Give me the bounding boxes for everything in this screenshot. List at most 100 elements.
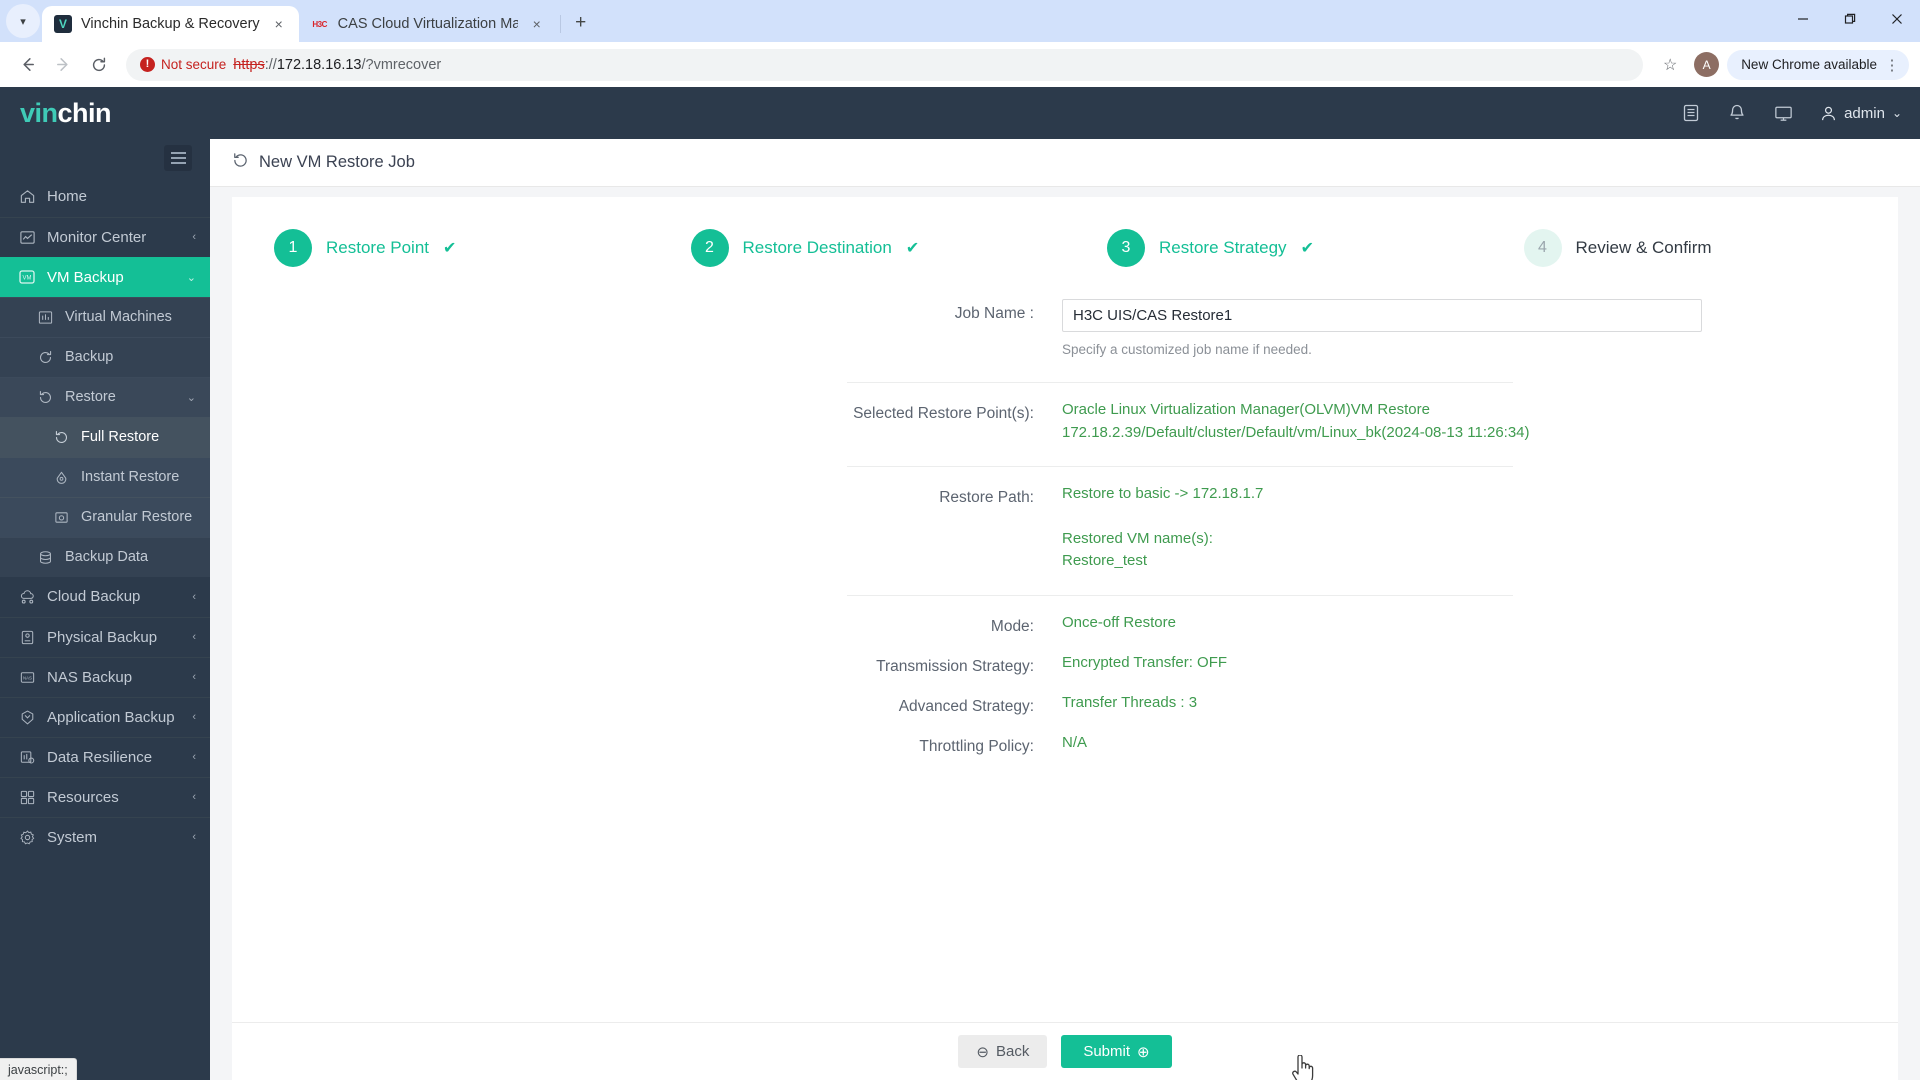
bell-icon[interactable]: [1727, 103, 1747, 123]
sidebar-item-label: Backup Data: [65, 549, 149, 565]
sidebar-item-cloud-backup[interactable]: Cloud Backup ‹: [0, 577, 210, 617]
mouse-cursor-pointer: [1290, 1054, 1316, 1080]
page-titlebar: New VM Restore Job: [210, 139, 1920, 187]
sidebar-item-label: Monitor Center: [47, 228, 147, 246]
submit-button[interactable]: Submit ⊕: [1061, 1035, 1172, 1068]
sidebar-item-restore[interactable]: Restore ⌄: [0, 377, 210, 417]
full-restore-icon: [52, 430, 70, 445]
step-review-confirm[interactable]: 4 Review & Confirm: [1482, 229, 1899, 267]
sidebar-item-vm-backup[interactable]: VM VM Backup ⌄: [0, 257, 210, 297]
back-icon[interactable]: [11, 49, 43, 81]
resources-icon: [18, 789, 36, 806]
granular-restore-icon: [52, 510, 70, 525]
chevron-left-icon: ‹: [192, 671, 196, 683]
address-bar[interactable]: ! Not secure https://172.18.16.13/?vmrec…: [126, 48, 1644, 81]
vinchin-logo[interactable]: vinchin: [20, 98, 112, 129]
card-filler: [232, 764, 1898, 1022]
restore-icon: [36, 390, 54, 405]
chrome-update-button[interactable]: New Chrome available ⋮: [1727, 49, 1909, 80]
throttling-label: Throttling Policy:: [919, 737, 1034, 755]
step-restore-point[interactable]: 1 Restore Point ✔: [232, 229, 649, 267]
tab-search-chevron-icon[interactable]: ▾: [6, 4, 40, 38]
tab-divider: [559, 15, 561, 33]
bookmark-star-icon[interactable]: ☆: [1654, 49, 1686, 81]
sidebar-item-label: Granular Restore: [81, 509, 193, 525]
sidebar-item-granular-restore[interactable]: Granular Restore: [0, 497, 210, 537]
sidebar-item-backup[interactable]: Backup: [0, 337, 210, 377]
close-icon[interactable]: ×: [527, 14, 547, 34]
app-header-actions: admin ⌄: [1681, 103, 1902, 124]
browser-tab-cas[interactable]: H3C CAS Cloud Virtualization Ma ×: [299, 6, 557, 42]
sidebar-item-label: Home: [47, 188, 88, 205]
not-secure-badge[interactable]: ! Not secure: [140, 57, 226, 72]
wizard-card: 1 Restore Point ✔ 2 Restore Destination …: [232, 197, 1898, 1080]
hamburger-toggle-icon[interactable]: [164, 145, 192, 171]
form-row-transmission: Transmission Strategy: Encrypted Transfe…: [232, 644, 1898, 684]
submit-button-label: Submit: [1083, 1043, 1131, 1060]
check-icon: ✔: [905, 240, 920, 257]
avatar[interactable]: A: [1694, 52, 1720, 77]
chevron-left-icon: ‹: [192, 590, 196, 603]
chevron-down-icon: ⌄: [186, 271, 196, 284]
window-close-icon[interactable]: [1873, 0, 1920, 38]
sidebar-item-resources[interactable]: Resources ‹: [0, 777, 210, 817]
chrome-menu-icon[interactable]: ⋮: [1881, 54, 1903, 76]
minimize-icon[interactable]: [1779, 0, 1826, 38]
browser-tab-vinchin[interactable]: V Vinchin Backup & Recovery ×: [42, 6, 299, 42]
system-icon: [18, 829, 36, 846]
forward-icon[interactable]: [47, 49, 79, 81]
sidebar-item-label: Physical Backup: [47, 628, 158, 646]
url-text: https://172.18.16.13/?vmrecover: [233, 57, 441, 73]
form-divider: [847, 382, 1513, 384]
step-number: 2: [690, 229, 729, 267]
back-button-label: Back: [995, 1043, 1030, 1060]
maximize-icon[interactable]: [1826, 0, 1873, 38]
sidebar-item-data-resilience[interactable]: Data Resilience ‹: [0, 737, 210, 777]
step-restore-destination[interactable]: 2 Restore Destination ✔: [649, 229, 1066, 267]
restore-circular-arrow-icon: [232, 152, 249, 174]
sidebar-item-system[interactable]: System ‹: [0, 817, 210, 857]
transmission-label: Transmission Strategy:: [876, 657, 1034, 675]
sidebar-item-backup-data[interactable]: Backup Data: [0, 537, 210, 577]
restore-path-spacer: [1062, 506, 1898, 528]
report-icon[interactable]: [1681, 103, 1701, 123]
mode-value: Once-off Restore: [1062, 613, 1176, 631]
content-area: New VM Restore Job 1 Restore Point ✔ 2 R…: [210, 139, 1920, 1080]
new-tab-button[interactable]: +: [566, 8, 596, 38]
virtual-machines-icon: [36, 310, 54, 325]
restore-point-line: 172.18.2.39/Default/cluster/Default/vm/L…: [1062, 423, 1530, 441]
advanced-value: Transfer Threads : 3: [1062, 693, 1198, 711]
step-number: 4: [1523, 229, 1562, 267]
sidebar-item-application-backup[interactable]: Application Backup ‹: [0, 697, 210, 737]
backup-icon: [36, 350, 54, 365]
advanced-label: Advanced Strategy:: [898, 697, 1034, 715]
sidebar-item-label: Virtual Machines: [65, 309, 172, 325]
sidebar-item-nas-backup[interactable]: NAS NAS Backup ‹: [0, 657, 210, 697]
sidebar-item-full-restore[interactable]: Full Restore: [0, 417, 210, 457]
step-label: Review & Confirm: [1575, 238, 1712, 257]
sidebar-item-label: Cloud Backup: [47, 588, 141, 605]
form-divider: [847, 466, 1513, 468]
nas-backup-icon: NAS: [18, 669, 36, 686]
sidebar-item-instant-restore[interactable]: Instant Restore: [0, 457, 210, 497]
close-icon[interactable]: ×: [269, 14, 289, 34]
reload-icon[interactable]: [83, 49, 115, 81]
step-restore-strategy[interactable]: 3 Restore Strategy ✔: [1065, 229, 1482, 267]
step-label: Restore Destination: [742, 238, 892, 257]
sidebar-item-monitor-center[interactable]: Monitor Center ‹: [0, 217, 210, 257]
sidebar-item-home[interactable]: Home: [0, 177, 210, 217]
back-button[interactable]: ⊖ Back: [958, 1035, 1048, 1068]
step-number: 1: [274, 229, 312, 267]
restore-points-label: Selected Restore Point(s):: [853, 405, 1034, 423]
job-name-input[interactable]: [1062, 299, 1702, 332]
monitor-icon[interactable]: [1773, 103, 1794, 124]
check-icon: ✔: [1300, 240, 1314, 257]
sidebar-item-physical-backup[interactable]: Physical Backup ‹: [0, 617, 210, 657]
instant-restore-icon: [52, 470, 70, 485]
backup-data-icon: [36, 550, 54, 565]
app-body: Home Monitor Center ‹ VM VM Backup ⌄ Vir…: [0, 139, 1920, 1080]
user-menu[interactable]: admin ⌄: [1820, 105, 1902, 122]
url-host: 172.18.16.13: [276, 56, 362, 73]
sidebar-item-virtual-machines[interactable]: Virtual Machines: [0, 297, 210, 337]
cloud-backup-icon: [18, 588, 36, 605]
